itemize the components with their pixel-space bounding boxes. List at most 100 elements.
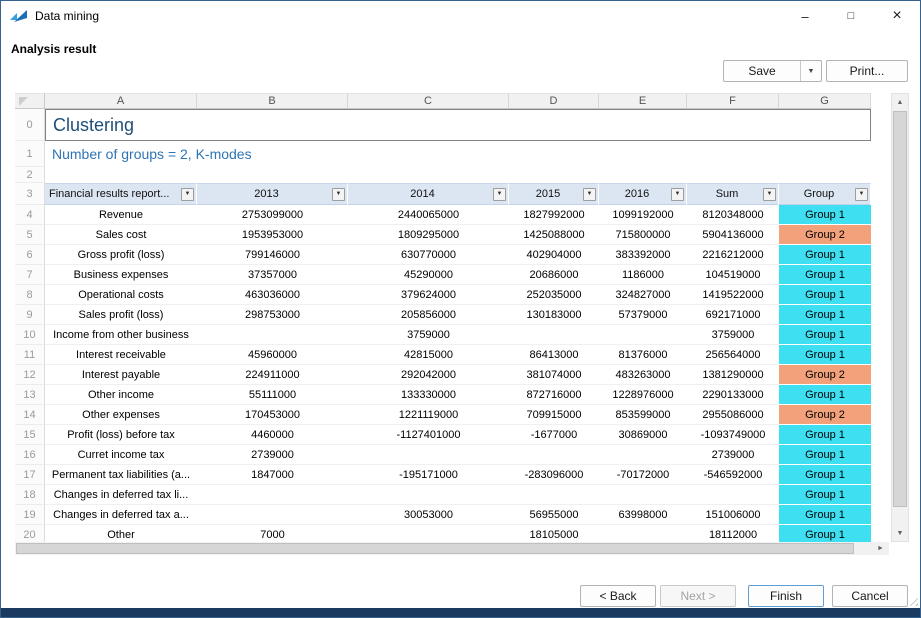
row-number[interactable]: 7 [15,265,45,285]
data-cell[interactable]: 55111000 [197,385,348,405]
data-cell[interactable]: 81376000 [599,345,687,365]
data-cell[interactable]: 2440065000 [348,205,509,225]
group-cell[interactable]: Group 1 [779,325,871,345]
group-cell[interactable]: Group 1 [779,425,871,445]
save-button-label[interactable]: Save [724,61,800,81]
row-label-cell[interactable]: Revenue [45,205,197,225]
filter-dropdown-icon[interactable]: ▼ [855,188,868,201]
row-number[interactable]: 9 [15,305,45,325]
scroll-right-icon[interactable]: ► [872,542,889,555]
cancel-button[interactable]: Cancel [832,585,908,607]
data-cell[interactable]: 2739000 [687,445,779,465]
group-cell[interactable]: Group 2 [779,365,871,385]
data-cell[interactable]: 37357000 [197,265,348,285]
row-number[interactable]: 10 [15,325,45,345]
data-cell[interactable]: 715800000 [599,225,687,245]
row-number[interactable]: 13 [15,385,45,405]
row-number[interactable]: 15 [15,425,45,445]
data-cell[interactable] [348,485,509,505]
row-number[interactable]: 4 [15,205,45,225]
data-cell[interactable]: 2216212000 [687,245,779,265]
filter-dropdown-icon[interactable]: ▼ [181,188,194,201]
row-number[interactable]: 18 [15,485,45,505]
row-number[interactable]: 0 [15,109,45,141]
data-cell[interactable]: 483263000 [599,365,687,385]
vertical-scrollbar-thumb[interactable] [893,111,907,507]
data-cell[interactable]: 292042000 [348,365,509,385]
row-number[interactable]: 8 [15,285,45,305]
data-cell[interactable]: 799146000 [197,245,348,265]
data-cell[interactable]: 42815000 [348,345,509,365]
data-cell[interactable] [599,525,687,542]
data-cell[interactable]: 30869000 [599,425,687,445]
data-cell[interactable] [599,485,687,505]
data-cell[interactable]: -1093749000 [687,425,779,445]
column-header-F[interactable]: F [687,93,779,109]
group-cell[interactable]: Group 1 [779,385,871,405]
group-cell[interactable]: Group 1 [779,465,871,485]
data-cell[interactable]: 383392000 [599,245,687,265]
row-number[interactable]: 14 [15,405,45,425]
row-number[interactable]: 20 [15,525,45,542]
data-cell[interactable]: 1827992000 [509,205,599,225]
data-cell[interactable]: 2739000 [197,445,348,465]
data-cell[interactable] [197,505,348,525]
data-cell[interactable]: 151006000 [687,505,779,525]
row-label-cell[interactable]: Business expenses [45,265,197,285]
data-cell[interactable] [348,525,509,542]
data-cell[interactable]: 252035000 [509,285,599,305]
data-cell[interactable]: 1419522000 [687,285,779,305]
data-cell[interactable]: 8120348000 [687,205,779,225]
minimize-icon[interactable]: – [782,1,828,31]
data-cell[interactable]: 2290133000 [687,385,779,405]
scroll-down-icon[interactable]: ▼ [892,525,908,541]
data-cell[interactable]: 1099192000 [599,205,687,225]
data-cell[interactable]: 224911000 [197,365,348,385]
data-cell[interactable]: 1381290000 [687,365,779,385]
filter-dropdown-icon[interactable]: ▼ [493,188,506,201]
group-cell[interactable]: Group 1 [779,525,871,542]
data-cell[interactable]: 1425088000 [509,225,599,245]
data-cell[interactable]: 104519000 [687,265,779,285]
vertical-scrollbar[interactable]: ▲ ▼ [891,93,909,542]
group-cell[interactable]: Group 1 [779,485,871,505]
row-number[interactable]: 17 [15,465,45,485]
filter-dropdown-icon[interactable]: ▼ [763,188,776,201]
data-cell[interactable]: 133330000 [348,385,509,405]
data-cell[interactable] [509,325,599,345]
column-header-D[interactable]: D [509,93,599,109]
group-cell[interactable]: Group 1 [779,265,871,285]
data-cell[interactable]: 130183000 [509,305,599,325]
group-cell[interactable]: Group 1 [779,505,871,525]
row-label-cell[interactable]: Interest receivable [45,345,197,365]
data-cell[interactable]: 630770000 [348,245,509,265]
column-header-C[interactable]: C [348,93,509,109]
row-label-cell[interactable]: Sales cost [45,225,197,245]
filter-dropdown-icon[interactable]: ▼ [583,188,596,201]
data-cell[interactable]: 381074000 [509,365,599,385]
save-dropdown-icon[interactable]: ▼ [800,61,821,81]
data-cell[interactable] [509,445,599,465]
data-cell[interactable]: 692171000 [687,305,779,325]
empty-cell[interactable] [45,167,871,183]
data-cell[interactable]: 872716000 [509,385,599,405]
data-cell[interactable]: 709915000 [509,405,599,425]
data-cell[interactable]: 45290000 [348,265,509,285]
data-cell[interactable]: 63998000 [599,505,687,525]
data-cell[interactable]: 1221119000 [348,405,509,425]
data-cell[interactable]: 463036000 [197,285,348,305]
data-cell[interactable]: 1186000 [599,265,687,285]
maximize-icon[interactable]: □ [828,1,874,31]
row-label-cell[interactable]: Changes in deferred tax li... [45,485,197,505]
row-number[interactable]: 12 [15,365,45,385]
data-cell[interactable] [599,445,687,465]
group-cell[interactable]: Group 1 [779,305,871,325]
row-number[interactable]: 2 [15,167,45,183]
data-cell[interactable]: 853599000 [599,405,687,425]
data-cell[interactable]: -546592000 [687,465,779,485]
data-cell[interactable]: 298753000 [197,305,348,325]
data-cell[interactable]: 18112000 [687,525,779,542]
data-cell[interactable] [197,325,348,345]
row-label-cell[interactable]: Curret income tax [45,445,197,465]
row-label-cell[interactable]: Sales profit (loss) [45,305,197,325]
